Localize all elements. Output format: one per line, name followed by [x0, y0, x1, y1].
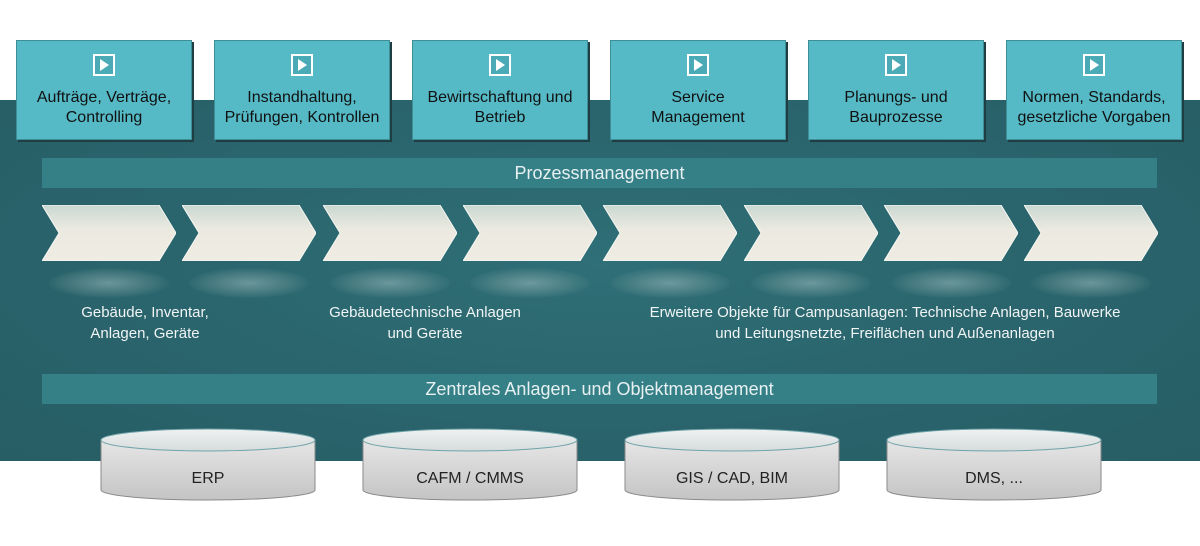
- process-chevron: [883, 204, 1019, 262]
- system-cylinder-cafm[interactable]: CAFM / CMMS: [361, 428, 579, 508]
- process-chevron: [743, 204, 879, 262]
- play-icon[interactable]: [93, 54, 115, 76]
- play-icon[interactable]: [687, 54, 709, 76]
- system-label: DMS, ...: [965, 470, 1023, 487]
- database-icon: [362, 428, 578, 501]
- system-label: GIS / CAD, BIM: [675, 470, 788, 487]
- chevron-reflection: [49, 268, 169, 298]
- process-box-label: Service Management: [651, 89, 745, 126]
- chevron-reflection: [891, 268, 1011, 298]
- play-icon[interactable]: [489, 54, 511, 76]
- system-cylinder-erp[interactable]: ERP: [99, 428, 317, 508]
- process-chevron: [602, 204, 738, 262]
- process-chevron: [181, 204, 317, 262]
- process-box-label: Normen, Standards, gesetzliche Vorgaben: [1017, 89, 1171, 126]
- process-box-operation[interactable]: Bewirtschaftung und Betrieb: [412, 40, 588, 140]
- category-buildings: Gebäude, Inventar, Anlagen, Geräte: [81, 304, 209, 342]
- chevron-reflection: [330, 268, 450, 298]
- system-cylinder-gis[interactable]: GIS / CAD, BIM: [623, 428, 841, 508]
- process-box-maintenance[interactable]: Instandhaltung, Prüfungen, Kontrollen: [214, 40, 390, 140]
- chevron-reflection: [470, 268, 590, 298]
- play-icon[interactable]: [885, 54, 907, 76]
- system-label: ERP: [191, 470, 225, 487]
- process-box-contracts[interactable]: Aufträge, Verträge, Controlling: [16, 40, 192, 140]
- database-icon: [624, 428, 840, 501]
- object-management-bar: Zentrales Anlagen- und Objektmanagement: [42, 374, 1157, 404]
- process-management-bar: Prozessmanagement: [42, 158, 1157, 188]
- process-box-standards[interactable]: Normen, Standards, gesetzliche Vorgaben: [1006, 40, 1182, 140]
- process-chevron: [1023, 204, 1159, 262]
- process-box-service[interactable]: Service Management: [610, 40, 786, 140]
- process-box-planning[interactable]: Planungs- und Bauprozesse: [808, 40, 984, 140]
- chevron-reflection: [189, 268, 309, 298]
- process-box-label: Aufträge, Verträge, Controlling: [36, 89, 172, 126]
- category-campus-objects: Erweitere Objekte für Campusanlagen: Tec…: [649, 304, 1121, 342]
- chevron-reflection: [610, 268, 730, 298]
- play-icon[interactable]: [1083, 54, 1105, 76]
- process-box-label: Instandhaltung, Prüfungen, Kontrollen: [224, 89, 380, 126]
- system-label: CAFM / CMMS: [416, 470, 524, 487]
- process-box-label: Planungs- und Bauprozesse: [844, 89, 948, 126]
- system-cylinder-dms[interactable]: DMS, ...: [885, 428, 1103, 508]
- process-chevron: [462, 204, 598, 262]
- database-icon: [100, 428, 316, 501]
- play-icon[interactable]: [291, 54, 313, 76]
- chevron-reflection: [1031, 268, 1151, 298]
- category-technical-systems: Gebäudetechnische Anlagen und Geräte: [329, 304, 521, 342]
- process-chevron: [41, 204, 177, 262]
- platform-band: [0, 100, 1200, 461]
- process-box-label: Bewirtschaftung und Betrieb: [427, 89, 573, 126]
- chevron-reflection: [751, 268, 871, 298]
- database-icon: [886, 428, 1102, 501]
- process-chevron: [322, 204, 458, 262]
